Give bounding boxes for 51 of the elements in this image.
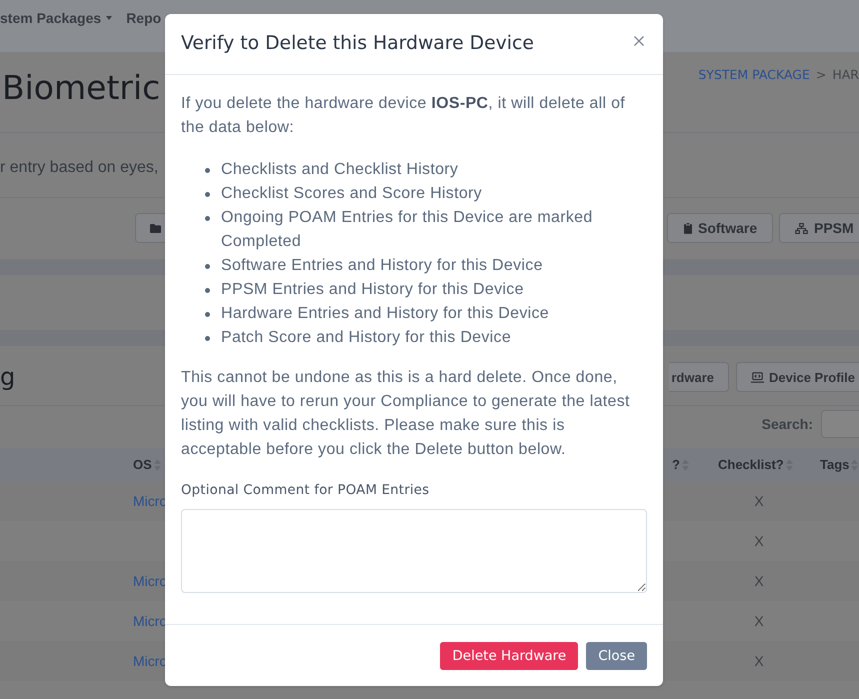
card-title: g	[0, 362, 16, 392]
column-header[interactable]: Tags	[820, 457, 858, 472]
comment-label: Optional Comment for POAM Entries	[181, 482, 430, 500]
search-label: Search:	[762, 415, 813, 434]
bullet-icon	[205, 216, 210, 221]
list-item: Checklist Scores and Score History	[221, 184, 482, 204]
delete-button[interactable]: Delete Hardware	[440, 642, 578, 670]
bullet-icon	[205, 264, 210, 269]
list-item: Software Entries and History for this Device	[221, 256, 543, 276]
toolbar-button[interactable]: PPSM	[779, 213, 859, 243]
table-cell: X	[754, 573, 764, 589]
table-cell: X	[754, 533, 764, 549]
page-title: Biometric	[2, 68, 160, 108]
table-cell: X	[754, 653, 764, 669]
modal-title: Verify to Delete this Hardware Device	[181, 32, 534, 56]
bullet-icon	[205, 336, 210, 341]
network-icon	[795, 222, 808, 234]
table-cell: X	[754, 613, 764, 629]
list-item: PPSM Entries and History for this Device	[221, 280, 524, 300]
breadcrumb-current: HAR	[832, 67, 859, 83]
folder-button[interactable]	[135, 213, 167, 243]
breadcrumb-separator: >	[816, 67, 826, 83]
bullet-icon	[205, 288, 210, 293]
clipboard-icon	[684, 222, 692, 234]
list-item: Hardware Entries and History for this Device	[221, 304, 549, 324]
warning-intro: If you delete the hardware device IOS-PC, it will delete all of the data below:	[181, 94, 626, 138]
laptop-icon	[751, 372, 764, 382]
list-item: Patch Score and History for this Device	[221, 328, 512, 348]
close-button[interactable]: Close	[586, 642, 647, 670]
table-cell: X	[754, 493, 764, 509]
close-button[interactable]	[634, 36, 644, 46]
page-description: r entry based on eyes,	[0, 158, 158, 178]
folder-icon	[150, 224, 161, 232]
nav-menu-item[interactable]: stem Packages	[0, 10, 112, 26]
comment-field[interactable]	[181, 509, 647, 593]
toolbar-button[interactable]: Software	[667, 213, 773, 243]
breadcrumb-link[interactable]: SYSTEM PACKAGE	[698, 67, 810, 83]
column-header[interactable]: OS	[133, 457, 161, 472]
toolbar-button[interactable]: Device Profile	[736, 362, 859, 392]
bullet-icon	[205, 192, 210, 197]
list-item: Checklists and Checklist History	[221, 160, 458, 180]
column-header[interactable]: Checklist?	[718, 457, 793, 472]
column-header[interactable]: ?	[663, 457, 689, 472]
list-item: Ongoing POAM Entries for this Device are marked Completed	[221, 208, 594, 252]
bullet-icon	[205, 168, 210, 173]
nav-menu-item[interactable]: Repo	[126, 10, 162, 26]
warning-text: This cannot be undone as this is a hard delete. Once done, you will have to rerun your Compliance to generate the latest listing with valid checklists. Please make sure this is acceptable before you click the Delete button below.	[181, 368, 631, 460]
close-icon	[634, 36, 644, 46]
toolbar-button[interactable]: rdware	[669, 362, 729, 392]
bullet-icon	[205, 312, 210, 317]
search-field[interactable]	[821, 410, 859, 438]
